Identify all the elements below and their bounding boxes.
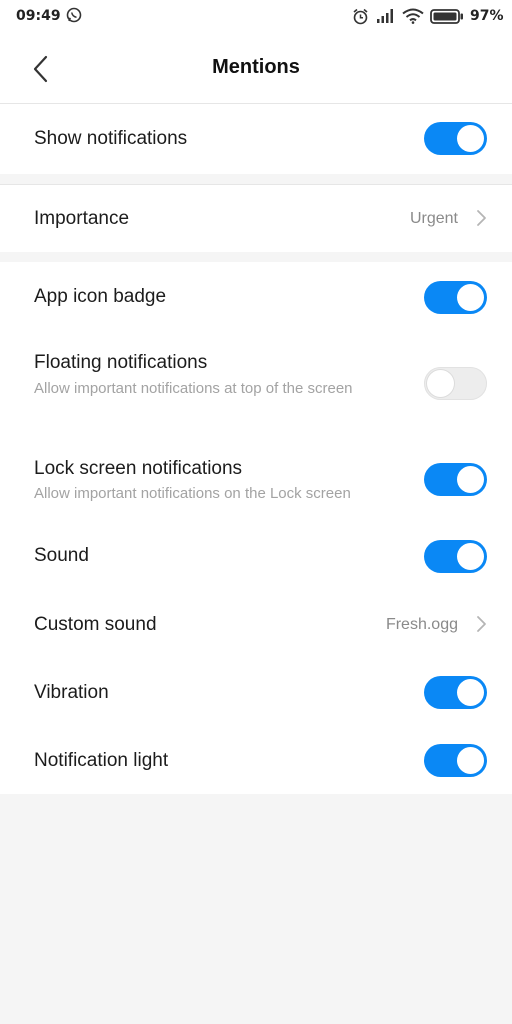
battery-icon [430, 9, 463, 24]
setting-description: Allow important notifications at top of … [34, 380, 353, 397]
vibration-toggle[interactable] [424, 676, 487, 709]
setting-custom-sound[interactable]: Custom sound Fresh.ogg [0, 592, 512, 658]
toggle-knob [457, 284, 484, 311]
whatsapp-icon [66, 7, 82, 23]
toggle-knob [457, 679, 484, 706]
floating-notifications-toggle[interactable] [424, 367, 487, 400]
setting-importance[interactable]: Importance Urgent [0, 185, 512, 252]
setting-label: Show notifications [34, 128, 188, 149]
battery-percentage: 97% [470, 8, 504, 24]
setting-sound[interactable]: Sound [0, 522, 512, 590]
custom-sound-value: Fresh.ogg [385, 616, 458, 633]
chevron-right-icon [477, 210, 486, 226]
section-show-notifications: Show notifications [0, 104, 512, 174]
setting-label: Vibration [34, 682, 109, 703]
sound-toggle[interactable] [424, 540, 487, 573]
setting-floating-notifications[interactable]: Floating notifications Allow important n… [0, 342, 512, 428]
setting-show-notifications[interactable]: Show notifications [0, 104, 512, 174]
alarm-icon [353, 8, 368, 25]
wifi-icon [402, 8, 424, 24]
setting-notification-light[interactable]: Notification light [0, 728, 512, 794]
setting-label: Lock screen notifications [34, 458, 243, 479]
setting-label: Custom sound [34, 614, 157, 635]
section-notification-options: App icon badge Floating notifications Al… [0, 262, 512, 794]
signal-icon [377, 9, 393, 23]
toggle-knob [457, 747, 484, 774]
lock-screen-notifications-toggle[interactable] [424, 463, 487, 496]
notification-light-toggle[interactable] [424, 744, 487, 777]
setting-label: Sound [34, 545, 89, 566]
setting-label: Floating notifications [34, 352, 208, 373]
chevron-right-icon [477, 616, 486, 632]
section-importance: Importance Urgent [0, 184, 512, 252]
setting-label: Importance [34, 208, 130, 229]
app-header: Mentions [0, 34, 512, 104]
show-notifications-toggle[interactable] [424, 122, 487, 155]
toggle-knob [457, 125, 484, 152]
toggle-knob [427, 370, 454, 397]
setting-description: Allow important notifications on the Loc… [34, 485, 351, 502]
setting-app-icon-badge[interactable]: App icon badge [0, 262, 512, 332]
setting-vibration[interactable]: Vibration [0, 660, 512, 726]
page-title: Mentions [212, 56, 300, 78]
setting-label: Notification light [34, 750, 169, 771]
status-time: 09:49 [16, 8, 61, 24]
status-bar: 09:49 97% [0, 0, 512, 34]
toggle-knob [457, 466, 484, 493]
setting-label: App icon badge [34, 286, 167, 307]
setting-lock-screen-notifications[interactable]: Lock screen notifications Allow importan… [0, 448, 512, 514]
app-icon-badge-toggle[interactable] [424, 281, 487, 314]
toggle-knob [457, 543, 484, 570]
importance-value: Urgent [409, 210, 458, 227]
